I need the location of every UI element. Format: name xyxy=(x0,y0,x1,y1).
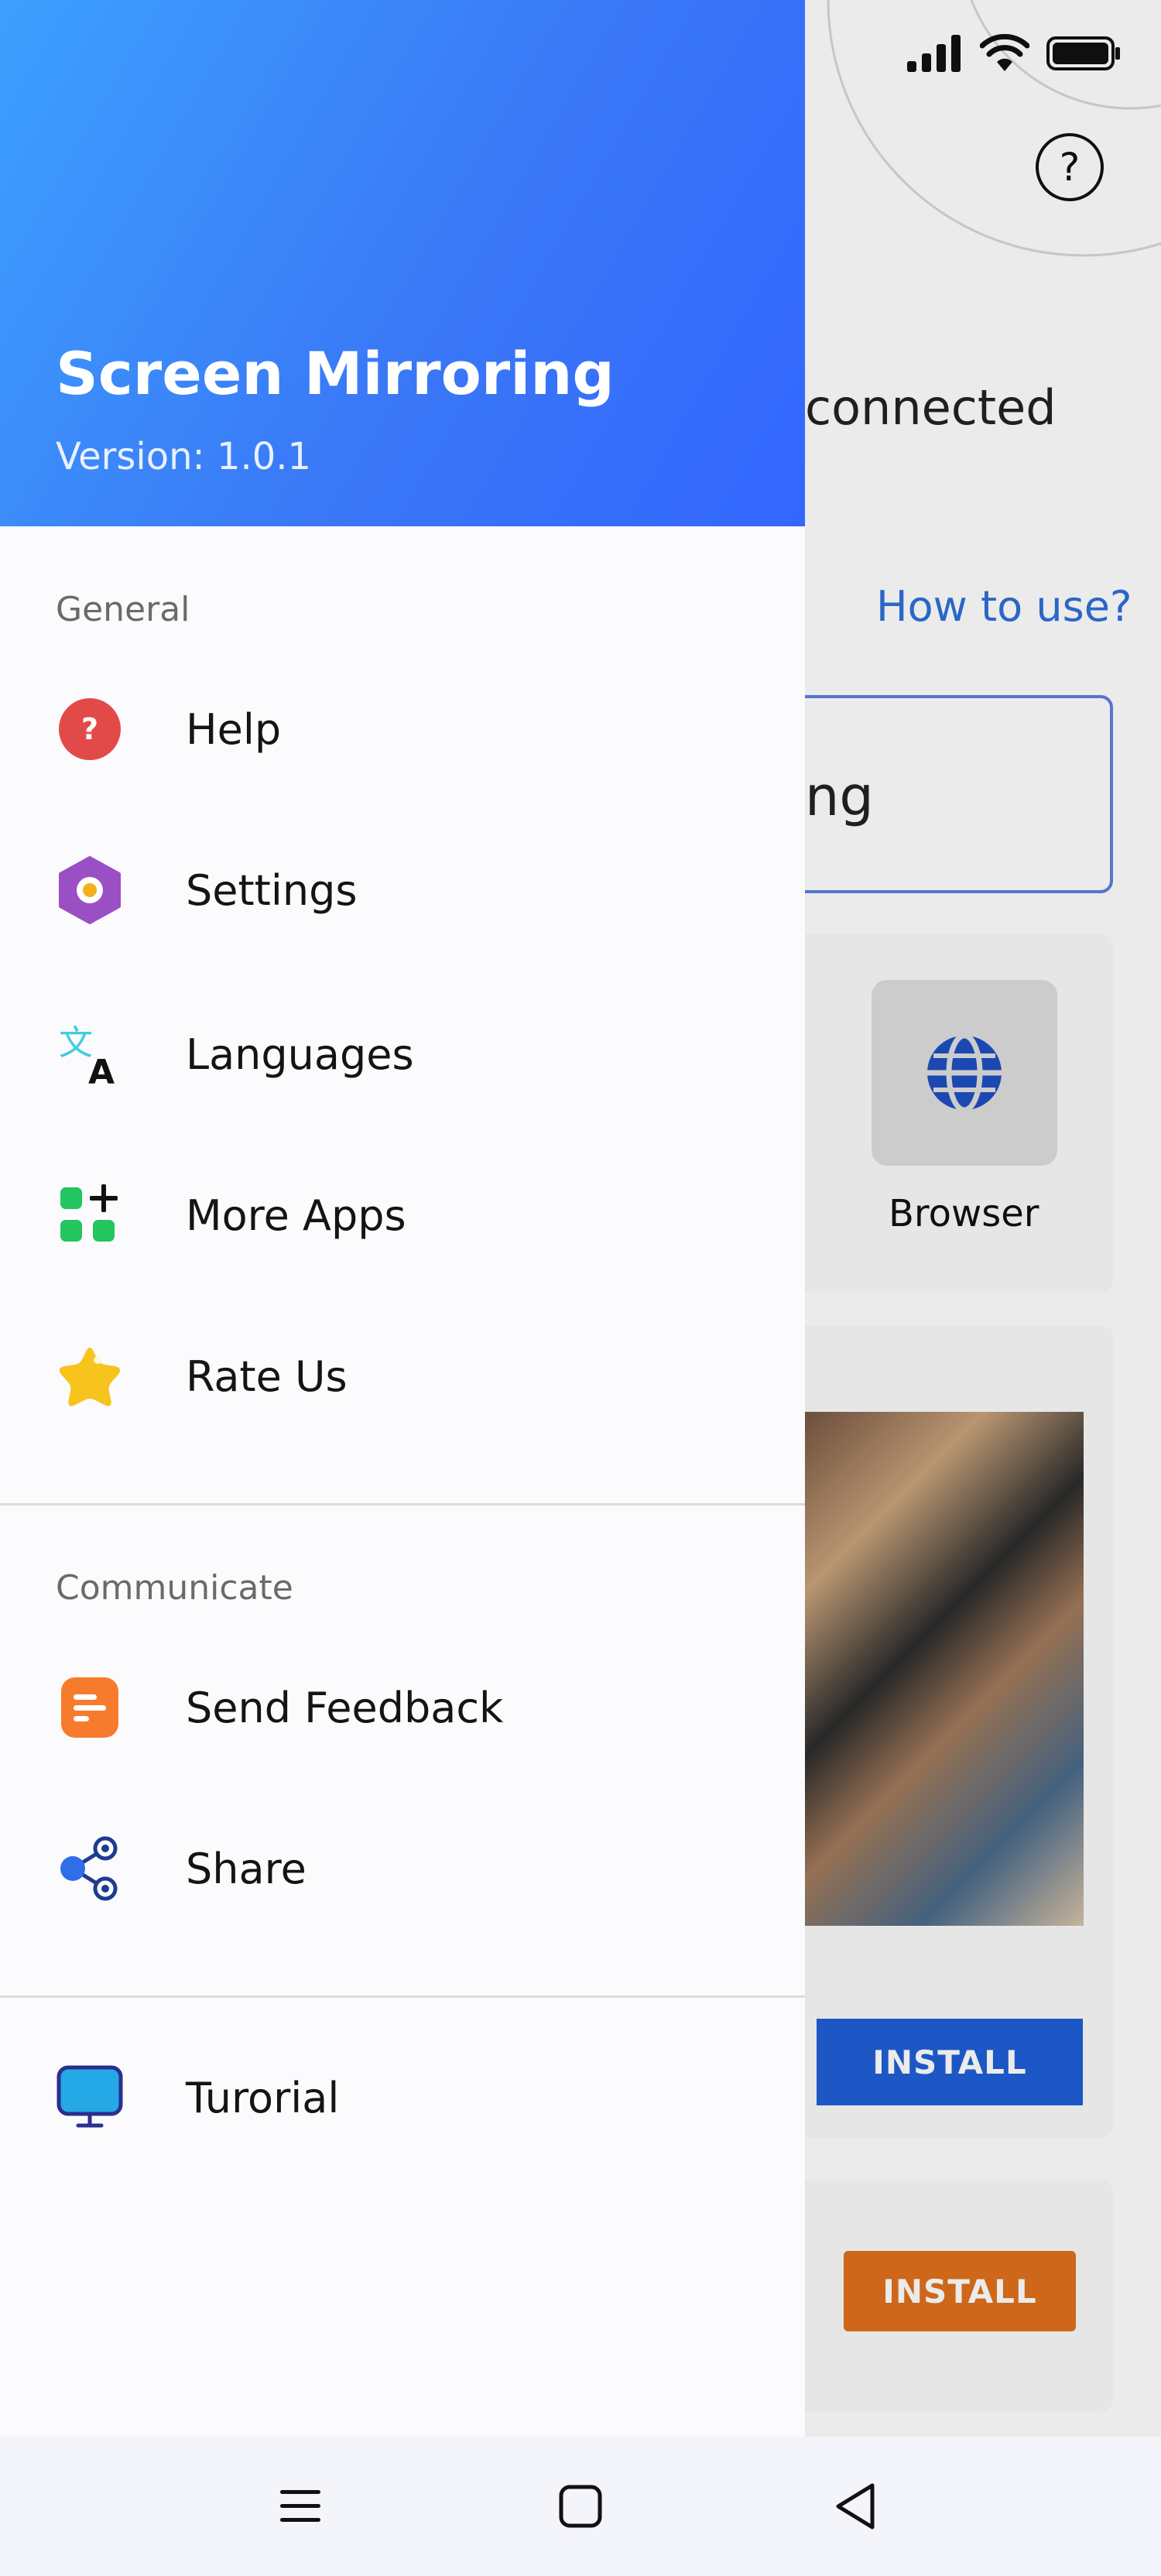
drawer-item-settings[interactable]: Settings xyxy=(0,820,805,960)
section-label-communicate: Communicate xyxy=(56,1568,293,1608)
drawer-item-share[interactable]: Share xyxy=(0,1799,805,1938)
help-icon: ? xyxy=(56,695,124,763)
section-divider xyxy=(0,1503,805,1506)
drawer-header: Screen Mirroring Version: 1.0.1 xyxy=(0,0,805,526)
drawer-item-label: Share xyxy=(186,1844,307,1893)
app-version: Version: 1.0.1 xyxy=(56,435,312,478)
drawer-item-tutorial[interactable]: Turorial xyxy=(0,2028,805,2167)
drawer-item-label: Turorial xyxy=(186,2073,340,2122)
drawer-item-help[interactable]: ? Help xyxy=(0,659,805,799)
apps-grid-icon xyxy=(56,1181,124,1249)
drawer-item-more-apps[interactable]: More Apps xyxy=(0,1146,805,1285)
app-title: Screen Mirroring xyxy=(56,339,615,408)
system-navigation-bar xyxy=(0,2437,1161,2576)
feedback-icon xyxy=(56,1673,124,1742)
nav-home-button[interactable] xyxy=(551,2477,610,2536)
translate-icon: 文 A xyxy=(56,1020,124,1088)
svg-text:A: A xyxy=(88,1053,115,1085)
back-triangle-icon xyxy=(836,2483,875,2530)
section-divider xyxy=(0,1995,805,1998)
monitor-icon xyxy=(56,2064,124,2132)
nav-menu-button[interactable] xyxy=(271,2477,330,2536)
drawer-item-label: Rate Us xyxy=(186,1351,348,1401)
star-icon xyxy=(56,1342,124,1410)
drawer-item-send-feedback[interactable]: Send Feedback xyxy=(0,1638,805,1777)
section-label-general: General xyxy=(56,590,190,629)
drawer-item-label: Languages xyxy=(186,1029,414,1079)
drawer-item-label: Help xyxy=(186,704,282,754)
drawer-item-label: More Apps xyxy=(186,1190,406,1240)
home-square-icon xyxy=(559,2485,602,2528)
navigation-drawer: Screen Mirroring Version: 1.0.1 General … xyxy=(0,0,805,2437)
drawer-item-label: Send Feedback xyxy=(186,1683,504,1732)
drawer-item-languages[interactable]: 文 A Languages xyxy=(0,985,805,1124)
drawer-item-rate-us[interactable]: Rate Us xyxy=(0,1307,805,1446)
svg-text:?: ? xyxy=(81,712,98,746)
share-icon xyxy=(56,1834,124,1903)
settings-hexagon-icon xyxy=(56,856,124,924)
drawer-item-label: Settings xyxy=(186,865,358,915)
menu-icon xyxy=(280,2490,320,2522)
nav-back-button[interactable] xyxy=(827,2477,885,2536)
